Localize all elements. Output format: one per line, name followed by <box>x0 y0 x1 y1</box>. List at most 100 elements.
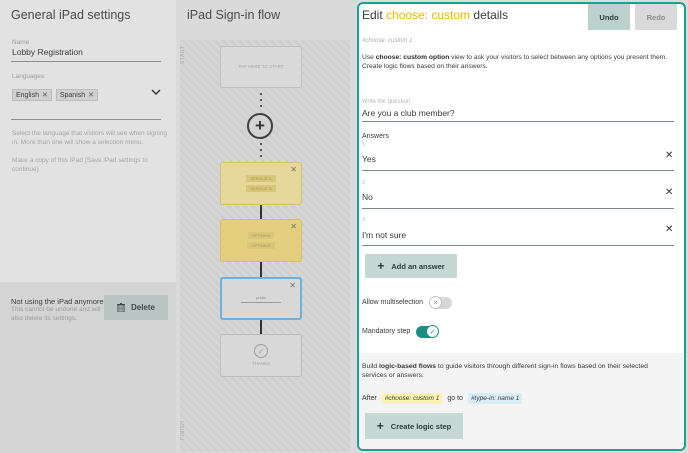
goto-target-tag: #type-in: name 1 <box>467 393 523 404</box>
logic-text: Build <box>362 363 380 370</box>
plus-icon: + <box>376 419 384 433</box>
chevron-down-icon[interactable] <box>151 87 161 97</box>
flow-dot <box>260 105 262 107</box>
signin-flow-panel: iPad Sign-in flow START FINISH TAP HERE … <box>176 0 356 453</box>
name-field[interactable]: Lobby Registration <box>12 47 83 57</box>
flow-connector <box>260 262 262 277</box>
logic-rule-row: After #choose: custom 1 go to #type-in: … <box>362 393 523 404</box>
flow-dot <box>260 99 262 101</box>
node-text: THANKS <box>251 361 271 366</box>
languages-underline <box>11 119 161 120</box>
flow-node-selected[interactable]: ✕ prefix <box>220 277 302 320</box>
close-icon[interactable]: ✕ <box>665 187 673 198</box>
flow-connector <box>260 205 262 219</box>
general-settings-panel: General iPad settings Name Lobby Registr… <box>0 0 176 453</box>
name-label: Name <box>12 39 30 46</box>
panel-title: General iPad settings <box>11 8 131 22</box>
language-help-text: Select the language that visitors will s… <box>12 130 168 146</box>
close-icon: ✕ <box>429 296 442 309</box>
plus-icon: + <box>377 259 385 273</box>
close-icon[interactable]: ✕ <box>665 150 673 161</box>
language-chip-spanish: Spanish ✕ <box>55 89 99 101</box>
edit-details-panel: Edit choose: custom details Undo Redo #c… <box>357 2 686 451</box>
flow-dot <box>260 143 262 145</box>
close-icon[interactable]: ✕ <box>665 224 673 235</box>
multiselect-label: Allow multiselection <box>362 299 424 306</box>
service-tag: SERVICE B <box>246 185 276 192</box>
undo-button[interactable]: Undo <box>588 4 630 30</box>
mandatory-toggle[interactable]: ✓ <box>416 325 439 338</box>
goto-label: go to <box>447 395 463 402</box>
question-label: Write the question <box>362 99 411 105</box>
close-icon[interactable]: ✕ <box>88 91 94 99</box>
close-icon[interactable]: ✕ <box>42 91 48 99</box>
desc-bold: choose: custom option <box>375 54 450 61</box>
answer-underline <box>362 245 674 246</box>
close-icon[interactable]: ✕ <box>289 281 296 290</box>
answer-index: 1 <box>362 142 366 148</box>
plus-icon: + <box>255 116 265 135</box>
close-icon[interactable]: ✕ <box>290 165 297 174</box>
languages-label: Languages <box>12 73 45 80</box>
flow-dot <box>260 149 262 151</box>
delete-button[interactable]: Delete <box>104 295 168 320</box>
flow-dot <box>260 93 262 95</box>
add-answer-label: Add an answer <box>391 261 445 271</box>
after-source-tag: #choose: custom 1 <box>381 393 443 404</box>
answer-index: 3 <box>362 217 366 223</box>
close-icon[interactable]: ✕ <box>290 222 297 231</box>
answer-underline <box>362 208 674 209</box>
flow-node-end[interactable]: ✓ THANKS <box>220 334 302 377</box>
answers-label: Answers <box>362 133 389 140</box>
delete-subtitle: This cannot be undone and will also dele… <box>11 306 101 322</box>
title-prefix: Edit <box>362 8 387 22</box>
create-logic-step-button[interactable]: + Create logic step <box>365 413 463 439</box>
node-text: prefix <box>241 295 281 303</box>
question-input[interactable]: Are you a club member? <box>362 108 455 118</box>
answer-input[interactable]: Yes <box>362 154 376 164</box>
name-field-underline <box>11 61 161 62</box>
logic-bold: logic-based flows <box>379 363 437 370</box>
multiselect-toggle[interactable]: ✕ <box>429 296 452 309</box>
editor-title: Edit choose: custom details <box>362 8 508 22</box>
start-label: START <box>180 45 186 64</box>
flow-dot <box>260 155 262 157</box>
title-suffix: details <box>470 8 509 22</box>
delete-title: Not using the iPad anymore? <box>11 297 108 306</box>
editor-description: Use choose: custom option view to ask yo… <box>362 53 674 71</box>
chip-label: English <box>16 91 39 99</box>
flow-node-options[interactable]: ✕ OPTION A OPTION B <box>220 219 302 262</box>
languages-select[interactable]: English ✕ Spanish ✕ <box>12 89 99 101</box>
check-icon: ✓ <box>254 344 268 358</box>
redo-button[interactable]: Redo <box>635 4 677 30</box>
add-answer-button[interactable]: + Add an answer <box>365 254 457 278</box>
title-highlight: choose: custom <box>386 8 471 22</box>
after-label: After <box>362 395 377 402</box>
check-icon: ✓ <box>426 325 439 338</box>
answer-underline <box>362 170 674 171</box>
delete-label: Delete <box>130 303 155 312</box>
chip-label: Spanish <box>59 91 86 99</box>
flow-node-start[interactable]: TAP HERE TO START <box>220 46 302 88</box>
step-tag: #choose: custom 1 <box>362 38 413 44</box>
flow-connector <box>260 320 262 334</box>
service-tag: SERVICE A <box>246 175 276 182</box>
mandatory-label: Mandatory step <box>362 328 411 335</box>
desc-text: Use <box>362 54 376 61</box>
option-tag: OPTION A <box>247 232 275 239</box>
question-underline <box>362 121 674 122</box>
trash-icon <box>116 303 125 312</box>
copy-ipad-text[interactable]: Make a copy of this iPad (Save iPad sett… <box>12 156 172 174</box>
add-step-button[interactable]: + <box>247 113 273 139</box>
create-logic-label: Create logic step <box>390 421 452 431</box>
flow-node-services[interactable]: ✕ SERVICE A SERVICE B <box>220 162 302 205</box>
logic-description: Build logic-based flows to guide visitor… <box>362 362 674 380</box>
answer-input[interactable]: No <box>362 192 373 202</box>
language-chip-english: English ✕ <box>12 89 52 101</box>
answer-input[interactable]: I'm not sure <box>362 230 406 240</box>
answer-index: 2 <box>362 180 366 186</box>
option-tag: OPTION B <box>247 242 275 249</box>
panel-title: iPad Sign-in flow <box>187 8 281 22</box>
finish-label: FINISH <box>180 420 186 440</box>
node-text: TAP HERE TO START <box>238 64 284 69</box>
